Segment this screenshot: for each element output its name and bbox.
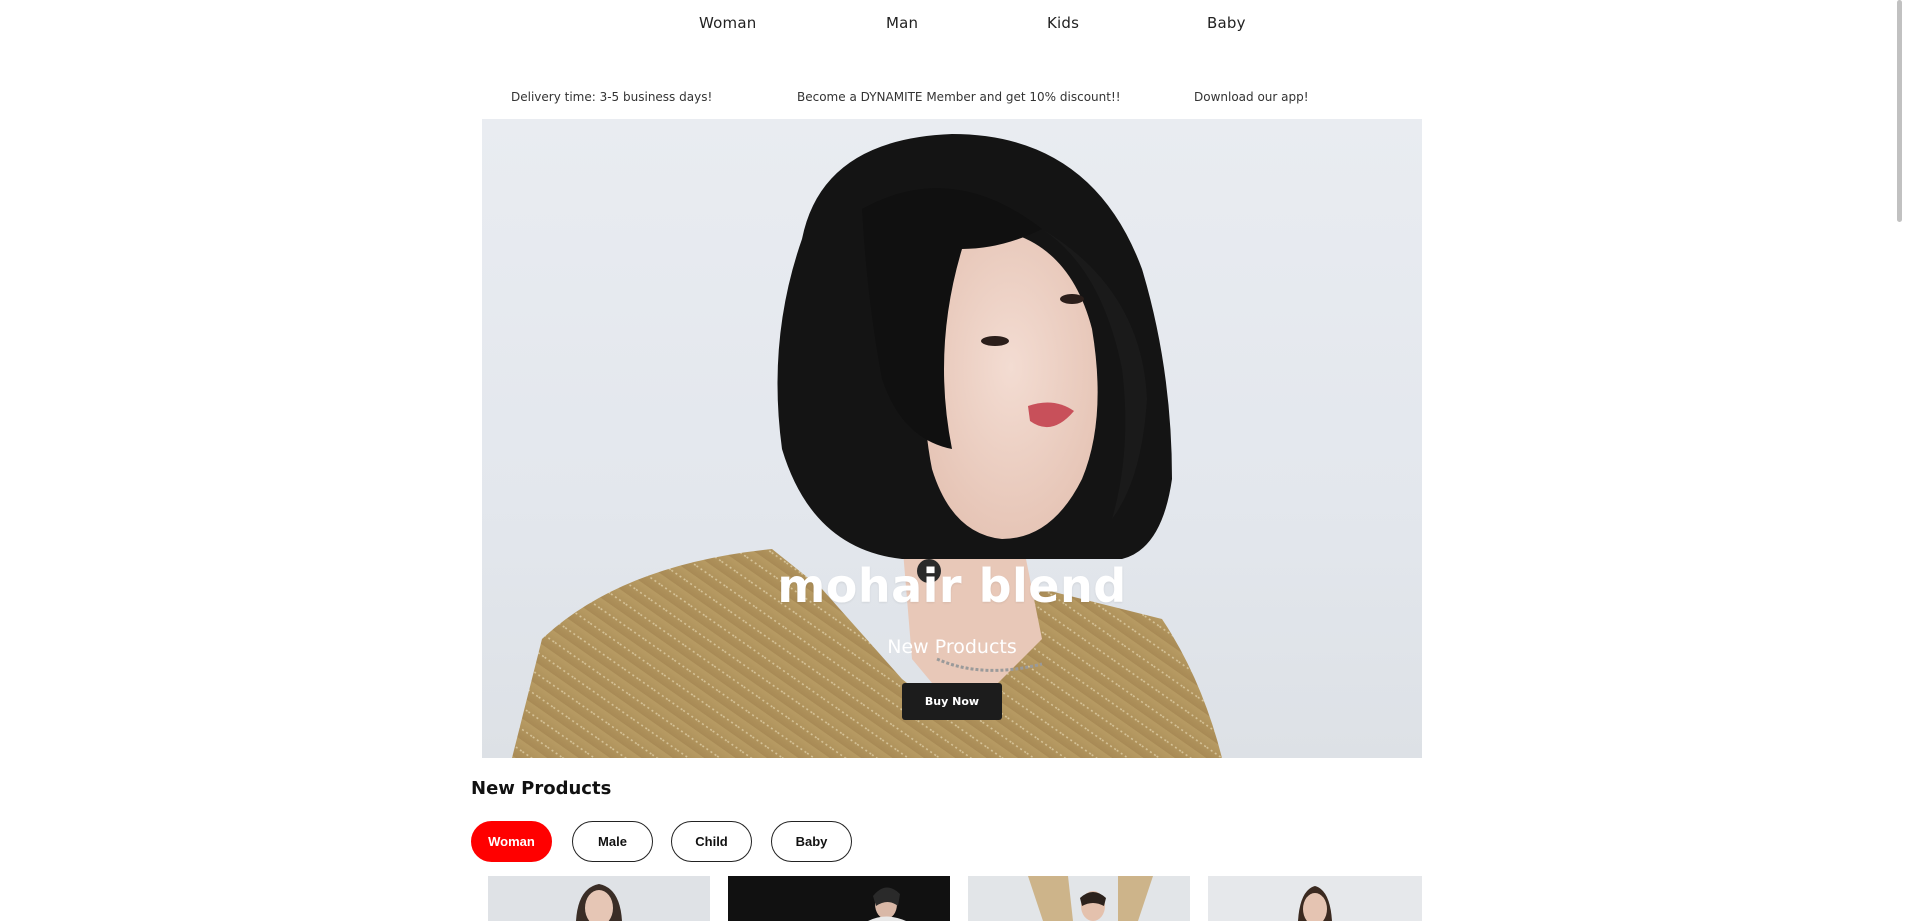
announcement-bar: Delivery time: 3-5 business days! Become… xyxy=(480,88,1420,108)
section-title-new-products: New Products xyxy=(471,778,612,799)
nav-item-baby[interactable]: Baby xyxy=(1207,14,1246,32)
nav-item-woman[interactable]: Woman xyxy=(699,14,756,32)
hero-title: mohair blend xyxy=(777,559,1127,613)
scrollbar-thumb[interactable] xyxy=(1897,0,1902,222)
hero-banner: mohair blend New Products Buy Now xyxy=(482,119,1422,758)
buy-now-button[interactable]: Buy Now xyxy=(902,683,1002,720)
hero-subtitle: New Products xyxy=(887,636,1017,658)
product-card[interactable] xyxy=(968,876,1190,921)
product-card[interactable] xyxy=(1208,876,1422,921)
product-image xyxy=(488,876,710,921)
announcement-app: Download our app! xyxy=(1194,90,1307,104)
nav-item-man[interactable]: Man xyxy=(886,14,918,32)
filter-tab-woman[interactable]: Woman xyxy=(471,821,552,862)
filter-tab-child[interactable]: Child xyxy=(671,821,752,862)
filter-tab-male[interactable]: Male xyxy=(572,821,653,862)
page-scrollbar[interactable] xyxy=(1893,0,1907,921)
product-image xyxy=(968,876,1190,921)
product-image xyxy=(728,876,950,921)
product-image xyxy=(1208,876,1422,921)
announcement-delivery: Delivery time: 3-5 business days! xyxy=(511,90,713,104)
main-nav: Woman Man Kids Baby xyxy=(0,14,1907,36)
filter-tab-baby[interactable]: Baby xyxy=(771,821,852,862)
hero-model-image xyxy=(512,134,1222,758)
product-card[interactable] xyxy=(728,876,950,921)
announcement-membership: Become a DYNAMITE Member and get 10% dis… xyxy=(797,90,1121,104)
product-card[interactable] xyxy=(488,876,710,921)
nav-item-kids[interactable]: Kids xyxy=(1047,14,1079,32)
